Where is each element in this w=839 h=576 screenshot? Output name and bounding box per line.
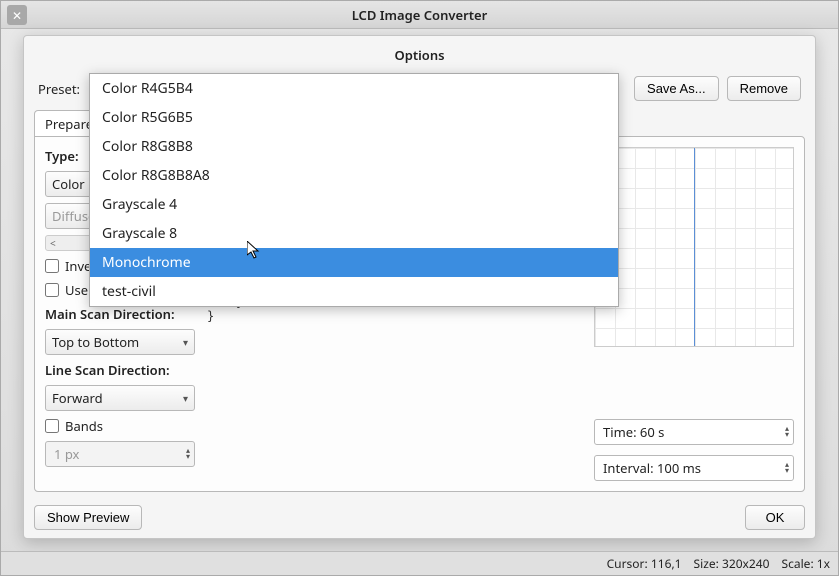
save-as-button[interactable]: Save As... — [634, 76, 719, 101]
show-preview-button[interactable]: Show Preview — [34, 505, 142, 530]
preset-option[interactable]: Color R8G8B8A8 — [90, 161, 618, 190]
line-scan-value: Forward — [52, 389, 103, 407]
statusbar: Cursor: 116,1 Size: 320x240 Scale: 1x — [1, 551, 838, 575]
time-value: Time: 60 s — [603, 423, 664, 441]
interval-value: Interval: 100 ms — [603, 459, 701, 477]
status-cursor: Cursor: 116,1 — [607, 555, 682, 572]
preset-dropdown[interactable]: Color R4G5B4Color R5G6B5Color R8G8B8Colo… — [89, 73, 619, 307]
preset-option[interactable]: Grayscale 4 — [90, 190, 618, 219]
preset-option[interactable]: Monochrome — [90, 248, 618, 277]
ok-button[interactable]: OK — [745, 505, 805, 530]
dialog-title: Options — [24, 36, 815, 72]
time-spinner[interactable]: Time: 60 s ▴▾ — [594, 419, 794, 445]
preview-grid — [594, 147, 794, 347]
preset-label: Preset: — [38, 80, 80, 98]
preset-option[interactable]: Color R4G5B4 — [90, 74, 618, 103]
bands-spinner: 1 px ▴▾ — [45, 441, 195, 467]
line-scan-label: Line Scan Direction: — [45, 361, 195, 379]
main-scan-select[interactable]: Top to Bottom ▾ — [45, 329, 195, 355]
preset-option[interactable]: test-civil — [90, 277, 618, 306]
chevron-down-icon: ▾ — [183, 335, 188, 349]
preset-option[interactable]: Grayscale 8 — [90, 219, 618, 248]
chevron-down-icon: ▾ — [183, 391, 188, 405]
inverse-checkbox[interactable] — [45, 259, 59, 273]
interval-spinner[interactable]: Interval: 100 ms ▴▾ — [594, 455, 794, 481]
status-scale: Scale: 1x — [782, 555, 831, 572]
bands-value: 1 px — [54, 445, 79, 463]
remove-button[interactable]: Remove — [727, 76, 801, 101]
status-size: Size: 320x240 — [694, 555, 770, 572]
preset-option[interactable]: Color R5G6B5 — [90, 103, 618, 132]
custom-script-checkbox[interactable] — [45, 283, 59, 297]
preset-option[interactable]: Color R8G8B8 — [90, 132, 618, 161]
bands-checkbox-row[interactable]: Bands — [45, 417, 195, 435]
main-scan-value: Top to Bottom — [52, 333, 139, 351]
close-button[interactable]: ✕ — [7, 5, 27, 25]
bands-label: Bands — [65, 417, 103, 435]
bands-checkbox[interactable] — [45, 419, 59, 433]
window-title: LCD Image Converter — [352, 6, 488, 24]
main-scan-label: Main Scan Direction: — [45, 305, 195, 323]
line-scan-select[interactable]: Forward ▾ — [45, 385, 195, 411]
titlebar: ✕ LCD Image Converter — [1, 1, 838, 29]
type-value: Color — [52, 175, 85, 193]
